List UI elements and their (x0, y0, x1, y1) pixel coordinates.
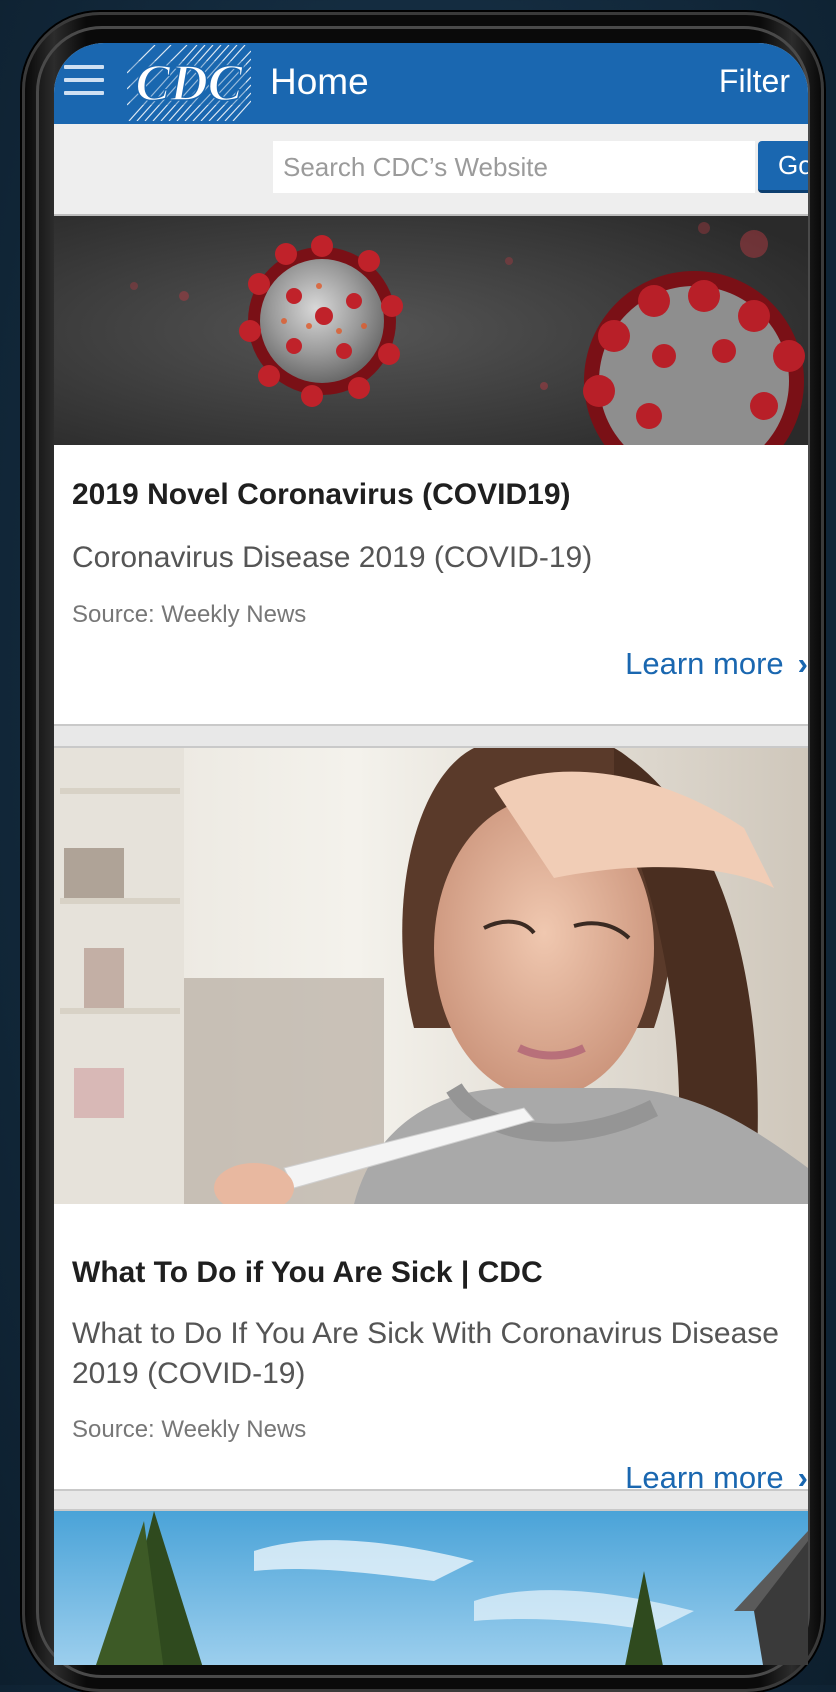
learn-more-label: Learn more (625, 646, 784, 681)
app-header: CDC Home Filter (54, 43, 808, 124)
sick-woman-image[interactable] (54, 748, 808, 1204)
cdc-logo[interactable]: CDC (127, 45, 251, 121)
card-description: What to Do If You Are Sick With Coronavi… (72, 1317, 779, 1390)
logo-text: CDC (136, 55, 244, 112)
house-sky-image[interactable] (54, 1511, 808, 1665)
hamburger-menu-icon[interactable] (64, 65, 104, 99)
learn-more-label: Learn more (625, 1460, 784, 1495)
search-bar: Go (54, 124, 808, 216)
card-title[interactable]: What To Do if You Are Sick | CDC (72, 1256, 543, 1290)
news-card: What To Do if You Are Sick | CDC What to… (54, 746, 808, 1495)
filter-button[interactable]: Filter (719, 63, 790, 100)
news-card: 2019 Novel Coronavirus (COVID19) Coronav… (54, 216, 808, 726)
card-source: Source: Weekly News (72, 1416, 307, 1443)
learn-more-link[interactable]: Learn more › (625, 646, 808, 682)
news-card (54, 1509, 808, 1665)
search-input[interactable] (273, 141, 755, 193)
card-description: Coronavirus Disease 2019 (COVID-19) (72, 541, 593, 574)
learn-more-link[interactable]: Learn more › (625, 1460, 808, 1496)
coronavirus-image[interactable] (54, 216, 808, 445)
chevron-right-icon: › (797, 1460, 808, 1495)
search-go-button[interactable]: Go (758, 141, 808, 193)
page-title: Home (270, 61, 369, 102)
card-title[interactable]: 2019 Novel Coronavirus (COVID19) (72, 478, 571, 512)
card-source: Source: Weekly News (72, 601, 307, 628)
app-screen: CDC Home Filter Go (54, 43, 808, 1665)
chevron-right-icon: › (797, 646, 808, 681)
